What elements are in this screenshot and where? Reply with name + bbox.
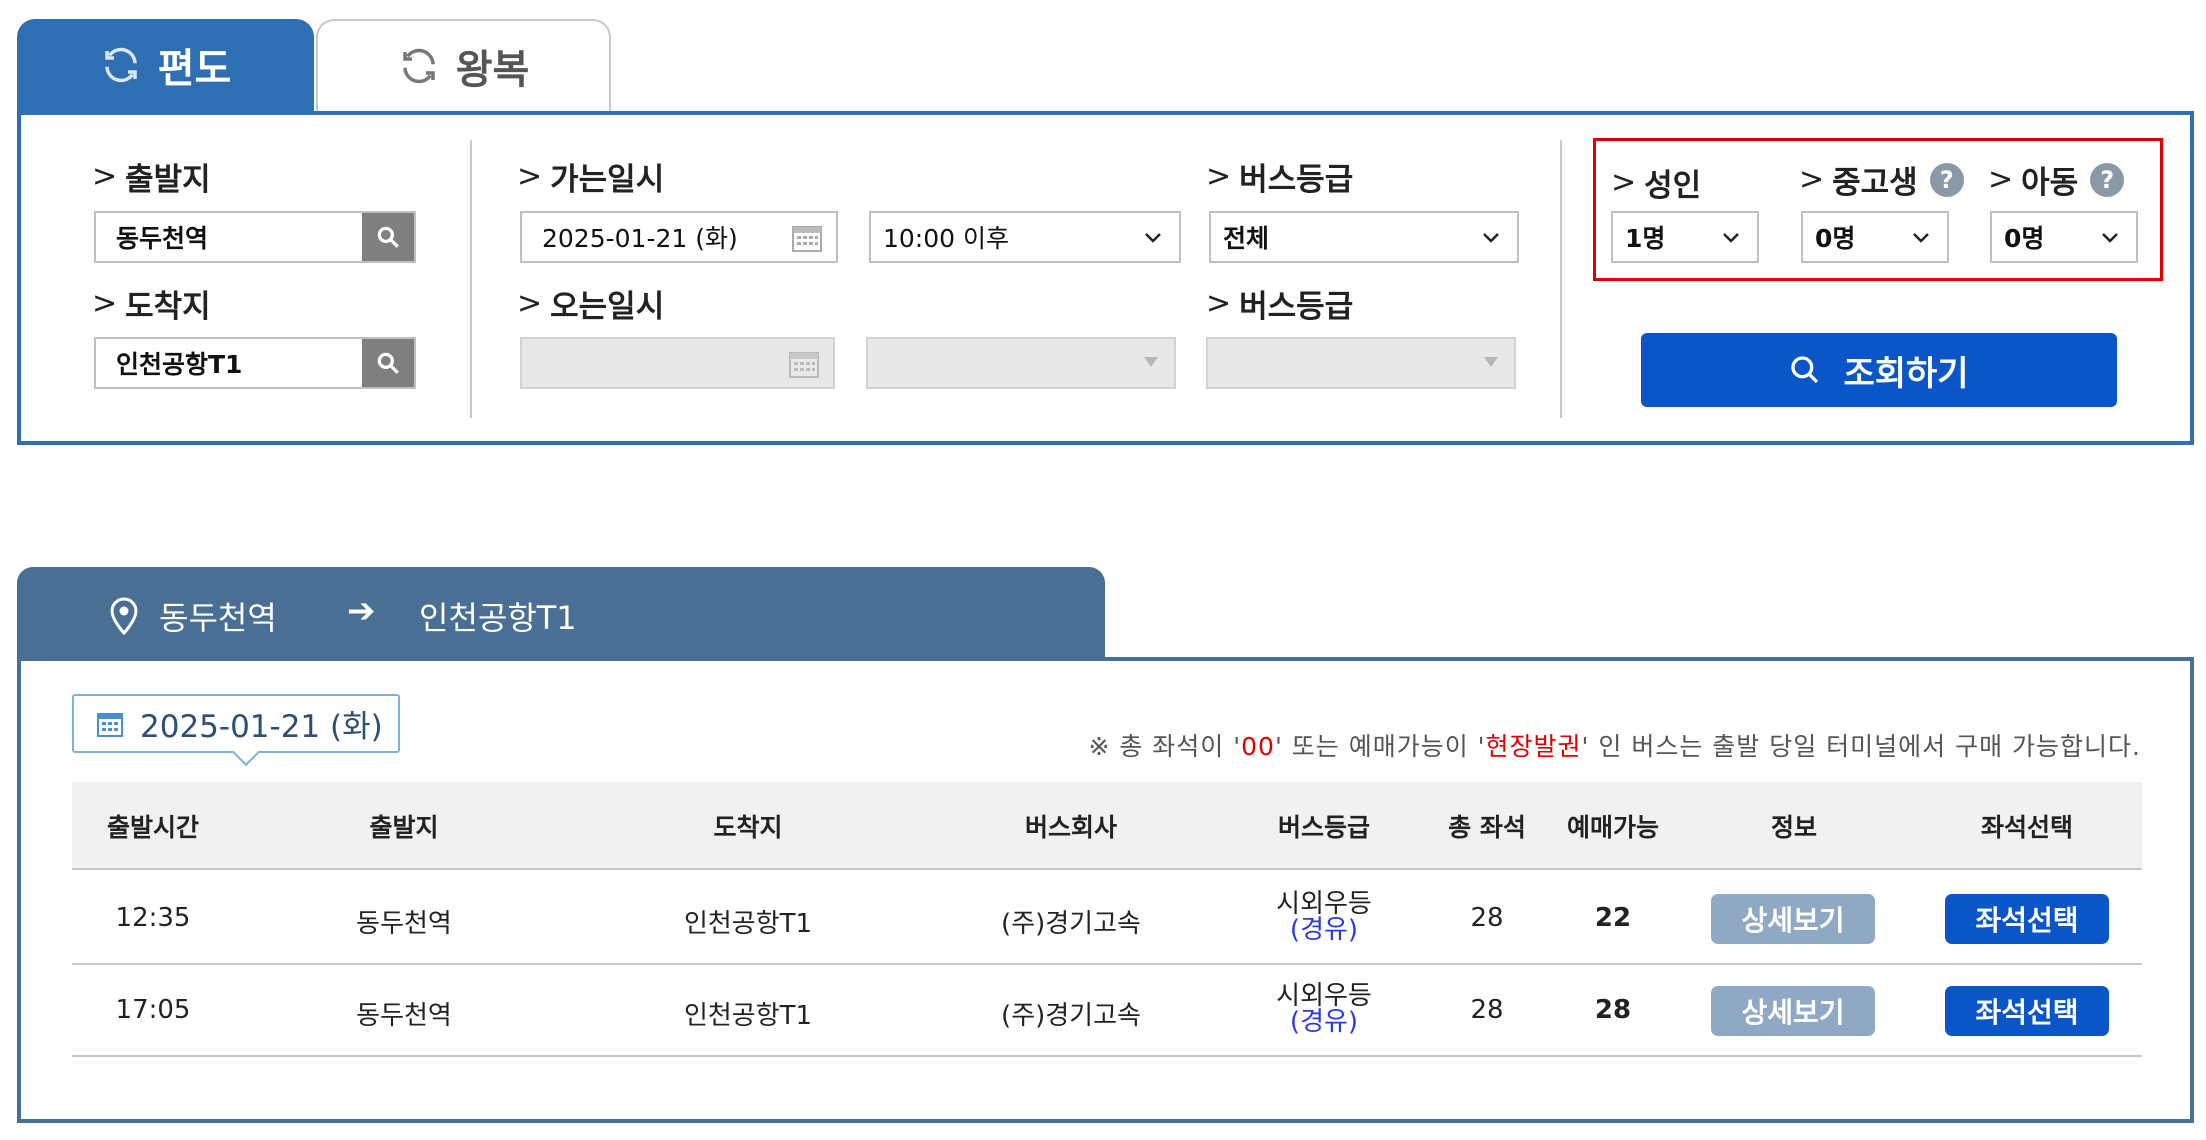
child-label: > 아동 ? (1988, 157, 2125, 202)
col-departure-time: 출발시간 (106, 813, 200, 842)
cell-company: (주)경기고속 (1001, 1001, 1141, 1031)
departure-search-button[interactable] (362, 213, 414, 261)
return-date-input[interactable] (520, 337, 835, 389)
teen-label: > 중고생 ? (1799, 157, 1964, 202)
cell-available: 28 (1594, 995, 1632, 1025)
chevron-down-icon (1723, 233, 1739, 243)
cell-to: 인천공항T1 (683, 1001, 813, 1031)
col-company: 버스회사 (1024, 813, 1118, 842)
adult-select[interactable]: 1명 (1611, 211, 1759, 263)
route-to: 인천공항T1 (419, 599, 577, 637)
return-time-select[interactable] (866, 337, 1176, 389)
cell-total: 28 (1470, 903, 1504, 933)
child-value: 0명 (2004, 224, 2045, 253)
return-date-label: > 오는일시 (517, 286, 665, 325)
go-grade-value: 전체 (1223, 224, 1270, 253)
departure-label: > 출발지 (92, 159, 211, 198)
go-time-value: 10:00 이후 (883, 224, 1009, 253)
arrival-input[interactable]: 인천공항T1 (94, 337, 416, 389)
help-icon[interactable]: ? (2090, 162, 2125, 197)
cell-grade: 시외우등 (경유) (1276, 981, 1372, 1037)
arrival-label: > 도착지 (92, 286, 211, 325)
dropdown-arrow-icon (1144, 357, 1158, 367)
go-date-label: > 가는일시 (517, 159, 665, 198)
chevron-down-icon (1145, 233, 1161, 243)
col-grade: 버스등급 (1277, 813, 1371, 842)
seat-select-button[interactable]: 좌석선택 (1945, 894, 2109, 944)
cell-company: (주)경기고속 (1001, 909, 1141, 939)
calendar-icon (97, 712, 123, 737)
divider (1560, 140, 1562, 418)
search-icon (1791, 356, 1819, 384)
cell-to: 인천공항T1 (683, 909, 813, 939)
cell-grade: 시외우등 (경유) (1276, 889, 1372, 945)
help-icon[interactable]: ? (1929, 162, 1964, 197)
chevron-down-icon (1913, 233, 1929, 243)
return-grade-label: > 버스등급 (1206, 286, 1354, 325)
adult-value: 1명 (1625, 224, 1666, 253)
via-label: (경유) (1289, 1007, 1359, 1037)
seat-select-button[interactable]: 좌석선택 (1945, 986, 2109, 1036)
selected-date-chip: 2025-01-21 (화) (72, 694, 400, 767)
search-icon (377, 226, 399, 248)
go-grade-select[interactable]: 전체 (1209, 211, 1519, 263)
route-arrow-icon: ➔ (347, 591, 376, 631)
go-grade-label: > 버스등급 (1206, 159, 1354, 198)
departure-input[interactable]: 동두천역 (94, 211, 416, 263)
go-date-value: 2025-01-21 (화) (542, 224, 738, 253)
cell-time: 17:05 (115, 995, 191, 1025)
chevron-down-icon (2102, 233, 2118, 243)
go-time-select[interactable]: 10:00 이후 (869, 211, 1181, 263)
arrival-search-button[interactable] (362, 339, 414, 387)
notice-text: ※ 총 좌석이 '00' 또는 예매가능이 '현장발권' 인 버스는 출발 당일… (1088, 732, 2141, 761)
departure-value: 동두천역 (116, 224, 209, 253)
chevron-down-icon (1483, 233, 1499, 243)
tab-roundtrip[interactable]: 왕복 (316, 19, 611, 111)
col-total-seats: 총 좌석 (1448, 813, 1526, 842)
col-seat-select: 좌석선택 (1980, 813, 2074, 842)
detail-button[interactable]: 상세보기 (1711, 986, 1875, 1036)
cell-total: 28 (1470, 995, 1504, 1025)
divider (470, 140, 472, 418)
query-button[interactable]: 조회하기 (1641, 333, 2117, 407)
table-header: 출발시간 출발지 도착지 버스회사 버스등급 총 좌석 예매가능 정보 좌석선택 (72, 782, 2142, 870)
col-departure: 출발지 (369, 813, 439, 842)
selected-date: 2025-01-21 (화) (140, 709, 383, 745)
table-row: 17:05 동두천역 인천공항T1 (주)경기고속 시외우등 (경유) 28 2… (72, 965, 2142, 1057)
refresh-icon (402, 48, 435, 84)
col-arrival: 도착지 (713, 813, 783, 842)
cell-available: 22 (1594, 903, 1632, 933)
child-select[interactable]: 0명 (1990, 211, 2138, 263)
location-pin-icon (110, 597, 138, 635)
calendar-icon[interactable] (792, 224, 822, 252)
col-available: 예매가능 (1566, 813, 1660, 842)
return-grade-select[interactable] (1206, 337, 1516, 389)
route-header: 동두천역 ➔ 인천공항T1 (17, 567, 1105, 659)
via-label: (경유) (1289, 915, 1359, 945)
col-info: 정보 (1770, 813, 1818, 842)
tab-oneway[interactable]: 편도 (17, 19, 314, 111)
route-from: 동두천역 (159, 599, 277, 637)
cell-from: 동두천역 (356, 909, 452, 939)
cell-from: 동두천역 (356, 1001, 452, 1031)
table-row: 12:35 동두천역 인천공항T1 (주)경기고속 시외우등 (경유) 28 2… (72, 873, 2142, 965)
adult-label: > 성인 (1611, 165, 1702, 204)
tab-roundtrip-label: 왕복 (455, 47, 530, 93)
detail-button[interactable]: 상세보기 (1711, 894, 1875, 944)
arrival-value: 인천공항T1 (116, 350, 243, 379)
search-icon (377, 352, 399, 374)
dropdown-arrow-icon (1484, 357, 1498, 367)
teen-value: 0명 (1815, 224, 1856, 253)
go-date-input[interactable]: 2025-01-21 (화) (520, 211, 838, 263)
cell-time: 12:35 (115, 903, 191, 933)
calendar-icon[interactable] (789, 350, 819, 378)
teen-select[interactable]: 0명 (1801, 211, 1949, 263)
tab-oneway-label: 편도 (157, 46, 232, 92)
query-button-label: 조회하기 (1843, 353, 1969, 394)
refresh-icon (104, 47, 137, 83)
